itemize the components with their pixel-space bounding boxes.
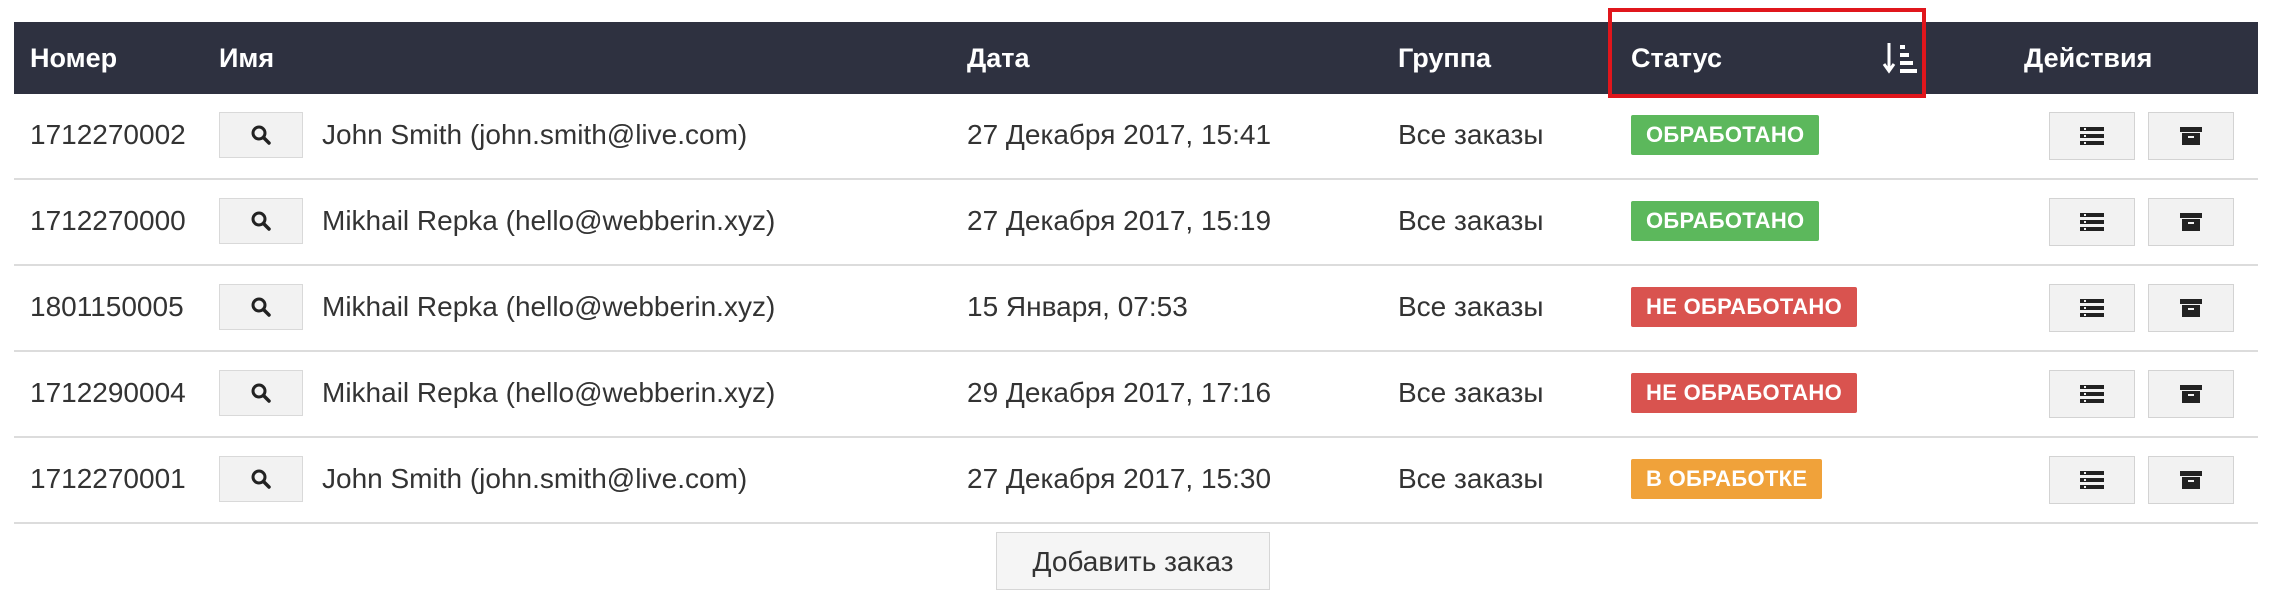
details-button[interactable] [2049, 284, 2135, 332]
archive-icon [2179, 297, 2203, 319]
order-group: Все заказы [1398, 205, 1544, 236]
details-button[interactable] [2049, 456, 2135, 504]
list-icon [2079, 297, 2105, 319]
view-customer-button[interactable] [219, 370, 303, 416]
details-button[interactable] [2049, 112, 2135, 160]
order-date: 27 Декабря 2017, 15:30 [967, 463, 1272, 494]
header-status[interactable]: Статус [1631, 22, 1722, 94]
view-customer-button[interactable] [219, 456, 303, 502]
order-number: 1712270001 [30, 463, 186, 494]
archive-icon [2179, 469, 2203, 491]
status-badge: ОБРАБОТАНО [1631, 201, 1820, 241]
customer-name: John Smith (john.smith@live.com) [322, 119, 748, 150]
customer-name: Mikhail Repka (hello@webberin.xyz) [322, 377, 776, 408]
order-group: Все заказы [1398, 377, 1544, 408]
status-badge: НЕ ОБРАБОТАНО [1631, 287, 1857, 327]
order-date: 27 Декабря 2017, 15:41 [967, 119, 1272, 150]
archive-icon [2179, 211, 2203, 233]
archive-button[interactable] [2148, 370, 2234, 418]
list-icon [2079, 469, 2105, 491]
header-number[interactable]: Номер [30, 22, 117, 94]
table-body: 1712270002 John Smith (john.smith@live.co… [14, 94, 2258, 524]
search-icon [250, 210, 272, 232]
archive-icon [2179, 125, 2203, 147]
status-badge: НЕ ОБРАБОТАНО [1631, 373, 1857, 413]
header-group[interactable]: Группа [1398, 22, 1491, 94]
add-order-button[interactable]: Добавить заказ [996, 532, 1270, 590]
status-badge: В ОБРАБОТКЕ [1631, 459, 1823, 499]
archive-button[interactable] [2148, 112, 2234, 160]
status-badge: ОБРАБОТАНО [1631, 115, 1820, 155]
search-icon [250, 296, 272, 318]
order-number: 1801150005 [30, 291, 184, 322]
order-number: 1712290004 [30, 377, 186, 408]
order-number: 1712270002 [30, 119, 186, 150]
orders-table: Номер Имя Дата Группа Статус Действия 17… [14, 22, 2258, 524]
archive-icon [2179, 383, 2203, 405]
list-icon [2079, 383, 2105, 405]
header-name[interactable]: Имя [219, 22, 274, 94]
view-customer-button[interactable] [219, 198, 303, 244]
table-row: 1712270001 John Smith (john.smith@live.co… [14, 438, 2258, 524]
list-icon [2079, 125, 2105, 147]
header-date[interactable]: Дата [967, 22, 1030, 94]
view-customer-button[interactable] [219, 112, 303, 158]
header-actions: Действия [2024, 43, 2153, 73]
sort-descending-icon[interactable] [1882, 40, 1918, 76]
table-row: 1712270000 Mikhail Repka (hello@webberin.… [14, 180, 2258, 266]
table-row: 1712270002 John Smith (john.smith@live.co… [14, 94, 2258, 180]
customer-name: Mikhail Repka (hello@webberin.xyz) [322, 291, 776, 322]
search-icon [250, 382, 272, 404]
order-date: 15 Января, 07:53 [967, 291, 1188, 322]
view-customer-button[interactable] [219, 284, 303, 330]
details-button[interactable] [2049, 370, 2135, 418]
order-group: Все заказы [1398, 119, 1544, 150]
order-number: 1712270000 [30, 205, 186, 236]
search-icon [250, 468, 272, 490]
table-row: 1801150005 Mikhail Repka (hello@webberin.… [14, 266, 2258, 352]
archive-button[interactable] [2148, 456, 2234, 504]
table-row: 1712290004 Mikhail Repka (hello@webberin.… [14, 352, 2258, 438]
order-date: 27 Декабря 2017, 15:19 [967, 205, 1272, 236]
customer-name: Mikhail Repka (hello@webberin.xyz) [322, 205, 776, 236]
details-button[interactable] [2049, 198, 2135, 246]
archive-button[interactable] [2148, 284, 2234, 332]
order-date: 29 Декабря 2017, 17:16 [967, 377, 1272, 408]
customer-name: John Smith (john.smith@live.com) [322, 463, 748, 494]
order-group: Все заказы [1398, 463, 1544, 494]
archive-button[interactable] [2148, 198, 2234, 246]
search-icon [250, 124, 272, 146]
table-header: Номер Имя Дата Группа Статус Действия [14, 22, 2258, 94]
list-icon [2079, 211, 2105, 233]
order-group: Все заказы [1398, 291, 1544, 322]
